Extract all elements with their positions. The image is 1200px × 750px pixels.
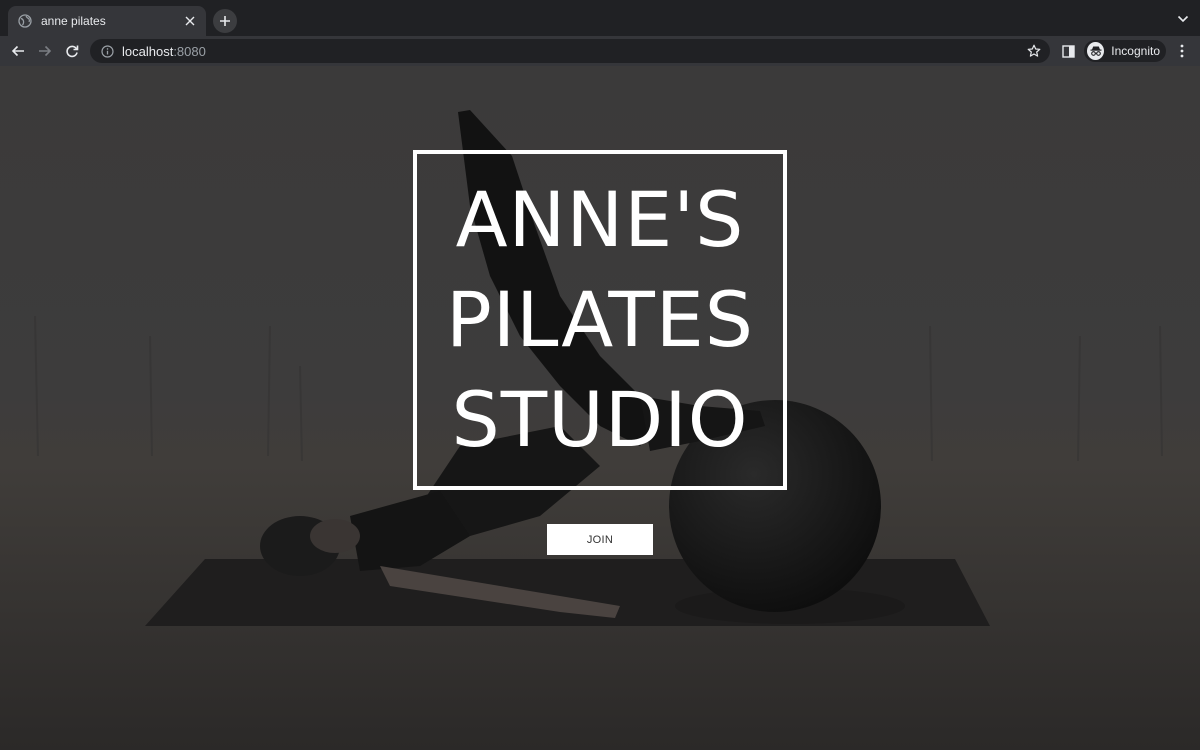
close-icon[interactable] (182, 13, 198, 29)
new-tab-button[interactable] (213, 9, 237, 33)
arrow-right-icon (38, 44, 52, 58)
page-viewport: ANNE'S PILATES STUDIO JOIN (0, 66, 1200, 750)
plus-icon (219, 15, 231, 27)
reload-button[interactable] (62, 41, 82, 61)
incognito-label: Incognito (1111, 44, 1160, 58)
kebab-menu-icon (1180, 44, 1184, 58)
browser-menu-button[interactable] (1174, 43, 1190, 59)
browser-toolbar: localhost:8080 Incognito (0, 36, 1200, 66)
url-host: localhost (122, 43, 174, 59)
incognito-profile-button[interactable]: Incognito (1084, 40, 1166, 62)
star-icon[interactable] (1026, 43, 1042, 59)
back-button[interactable] (8, 41, 28, 61)
studio-logo: ANNE'S PILATES STUDIO (413, 150, 787, 490)
address-bar[interactable]: localhost:8080 (90, 39, 1050, 63)
browser-tab[interactable]: anne pilates (8, 6, 206, 36)
forward-button[interactable] (35, 41, 55, 61)
side-panel-icon (1061, 44, 1075, 58)
logo-line-3: STUDIO (451, 375, 749, 464)
logo-line-2: PILATES (445, 275, 755, 364)
tab-strip: anne pilates (0, 0, 1200, 36)
incognito-icon (1087, 42, 1105, 60)
globe-icon (18, 14, 32, 28)
url-text: localhost:8080 (122, 44, 206, 59)
chevron-down-icon (1177, 15, 1189, 23)
logo-line-1: ANNE'S (455, 175, 745, 264)
tab-search-button[interactable] (1176, 12, 1190, 26)
url-port: :8080 (173, 43, 206, 59)
tab-title: anne pilates (41, 14, 106, 28)
arrow-left-icon (11, 44, 25, 58)
join-button[interactable]: JOIN (547, 524, 653, 555)
reload-icon (65, 44, 79, 58)
info-icon[interactable] (100, 44, 114, 58)
side-panel-button[interactable] (1060, 43, 1076, 59)
